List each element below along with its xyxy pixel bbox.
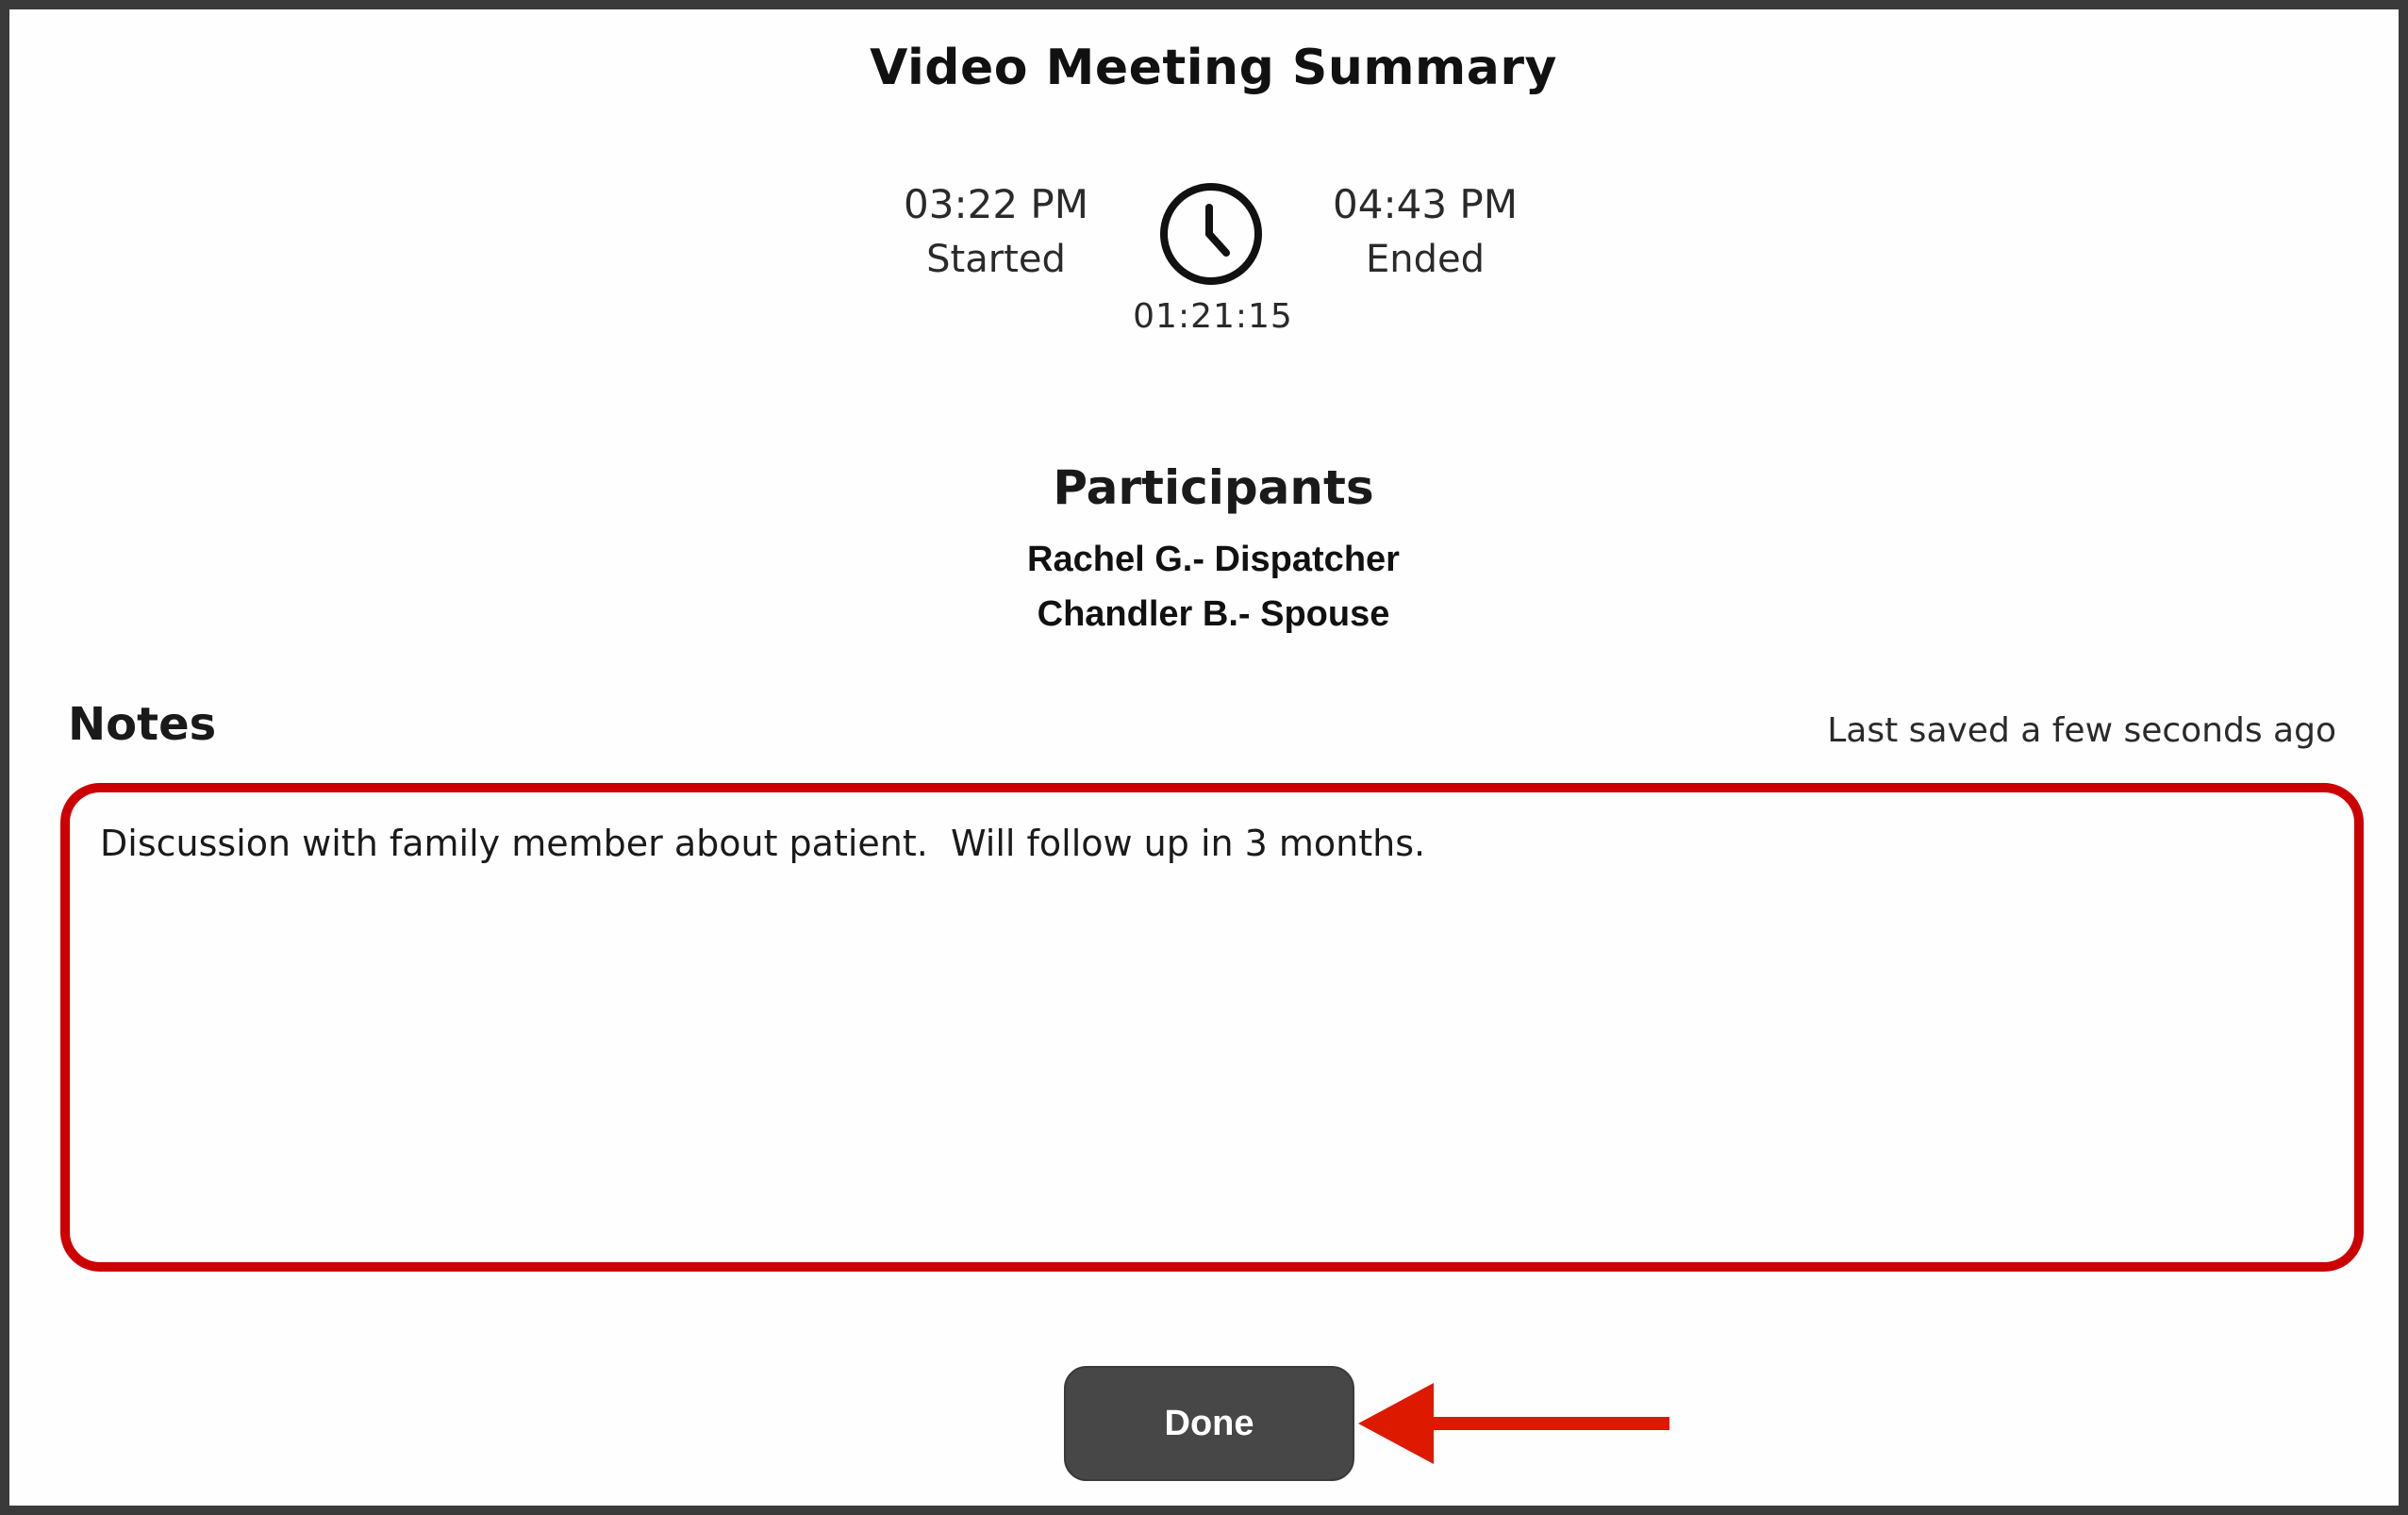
notes-label: Notes — [68, 698, 217, 751]
participant-item: Rachel G.- Dispatcher — [1027, 540, 1400, 579]
done-button[interactable]: Done — [1064, 1366, 1354, 1481]
notes-textarea[interactable] — [100, 819, 2324, 1236]
start-time: 03:22 PM — [904, 181, 1088, 227]
clock-icon — [1160, 183, 1262, 285]
start-label: Started — [926, 238, 1066, 281]
meeting-duration: 01:21:15 — [1133, 297, 1293, 336]
arrow-left-icon — [1358, 1383, 1669, 1464]
dialog-title: Video Meeting Summary — [870, 40, 1557, 96]
participant-item: Chandler B.- Spouse — [1037, 594, 1390, 634]
dialog-frame: Video Meeting Summary 03:22 PM Started 0… — [0, 0, 2408, 1515]
end-label: Ended — [1365, 238, 1485, 281]
save-status-text: Last saved a few seconds ago — [1827, 711, 2336, 750]
notes-highlight-box — [60, 783, 2364, 1272]
participants-title: Participants — [1053, 460, 1374, 515]
end-time-block: 04:43 PM Ended — [1274, 177, 1576, 287]
start-time-block: 03:22 PM Started — [845, 177, 1147, 287]
end-time: 04:43 PM — [1333, 181, 1518, 227]
